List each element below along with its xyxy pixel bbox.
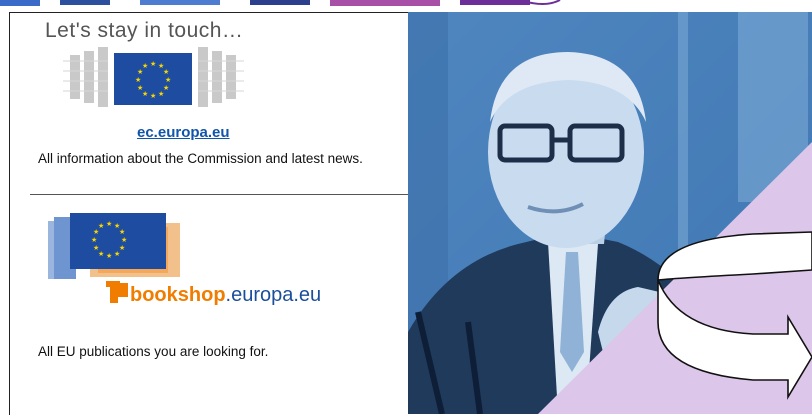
- svg-text:★: ★: [121, 236, 127, 244]
- section-divider: [30, 194, 410, 195]
- top-decorative-strip: [0, 0, 812, 10]
- eu-flag-icon: ★ ★★ ★★★ ★★★ ★★★: [114, 53, 192, 105]
- contact-panel: Let's stay in touch… ★ ★ ★ ★ ★ ★ ★ ★ ★ ★ ★ ★: [9, 12, 410, 415]
- bookshop-link[interactable]: bookshop.europa.eu: [130, 284, 321, 307]
- portrait-photo: [408, 12, 812, 414]
- svg-text:★: ★: [165, 76, 171, 84]
- svg-text:★: ★: [142, 62, 148, 70]
- svg-text:★: ★: [93, 244, 99, 252]
- bookshop-description: All EU publications you are looking for.: [38, 344, 269, 359]
- svg-text:★: ★: [91, 236, 97, 244]
- ec-europa-link[interactable]: ec.europa.eu: [137, 124, 230, 141]
- svg-text:★: ★: [158, 90, 164, 98]
- ec-logo-icon: ★ ★★ ★★★ ★★★ ★★★: [63, 47, 244, 107]
- svg-text:★: ★: [106, 220, 112, 228]
- bookshop-brand-bold: bookshop: [130, 284, 226, 306]
- ec-description: All information about the Commission and…: [38, 151, 363, 166]
- svg-text:★: ★: [163, 68, 169, 76]
- svg-text:★: ★: [137, 84, 143, 92]
- svg-text:★: ★: [119, 228, 125, 236]
- svg-text:★: ★: [98, 222, 104, 230]
- svg-text:★: ★: [135, 76, 141, 84]
- svg-text:★: ★: [106, 252, 112, 260]
- svg-text:★: ★: [150, 92, 156, 100]
- svg-text:★: ★: [114, 250, 120, 258]
- bookshop-brand-rest: .europa.eu: [225, 284, 322, 306]
- svg-text:★: ★: [150, 60, 156, 68]
- panel-heading: Let's stay in touch…: [45, 19, 244, 42]
